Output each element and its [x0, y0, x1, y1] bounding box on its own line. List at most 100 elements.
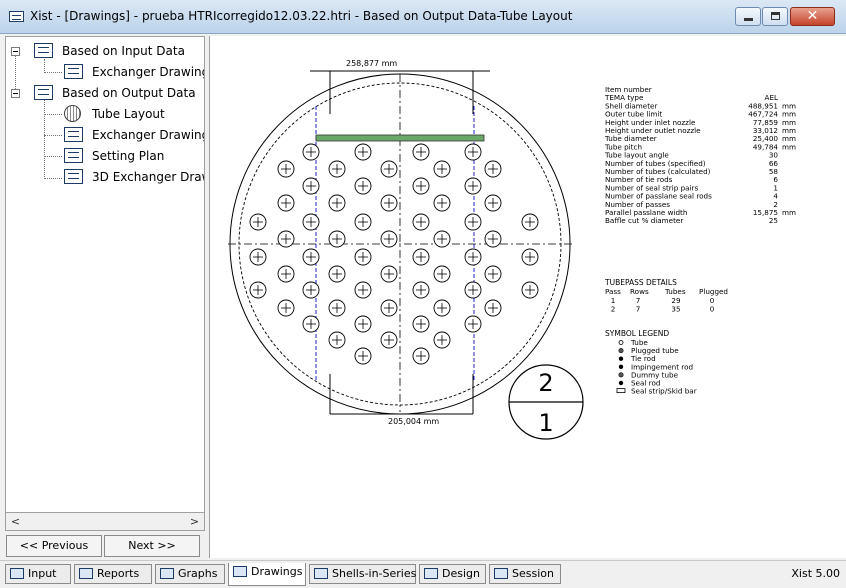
tube-layout-drawing: 258,877 mm 205,004 mm 2 1 Item numberTEM… — [228, 59, 796, 440]
design-icon — [424, 568, 438, 579]
tube — [464, 213, 482, 231]
tube — [521, 213, 539, 231]
tube — [328, 230, 346, 248]
tubepass-header: Tubes — [664, 287, 686, 296]
collapse-icon[interactable] — [11, 89, 20, 98]
app-icon — [9, 11, 24, 22]
bottom-dimension-label: 205,004 mm — [388, 417, 439, 426]
tree-item-label: Based on Output Data — [62, 86, 196, 100]
tube — [380, 265, 398, 283]
tie-rod-icon — [618, 356, 624, 361]
window-title: Xist - [Drawings] - prueba HTRIcorregido… — [30, 9, 573, 23]
title-bar: Xist - [Drawings] - prueba HTRIcorregido… — [0, 0, 846, 34]
tube — [277, 265, 295, 283]
specification-table: Item numberTEMA type AELShell diameter 488… — [604, 85, 796, 225]
tube — [302, 281, 320, 299]
impingement-plate — [315, 134, 485, 142]
tube — [328, 194, 346, 212]
tree-item-output-data[interactable]: Based on Output Data — [10, 84, 200, 102]
maximize-button[interactable] — [762, 7, 788, 26]
tab-label: Design — [442, 567, 480, 580]
scroll-right-icon[interactable]: > — [186, 513, 203, 530]
drawing-canvas: 258,877 mm 205,004 mm 2 1 Item number TEM… — [209, 36, 846, 558]
impingement-rod-icon — [618, 364, 624, 369]
minimize-icon — [744, 18, 753, 21]
tube — [249, 281, 267, 299]
tube — [464, 315, 482, 333]
tab-drawings[interactable]: Drawings — [228, 563, 306, 586]
seal-rod-icon — [618, 380, 624, 386]
tree-item-label: 3D Exchanger Drawi — [92, 170, 205, 184]
tube — [302, 248, 320, 266]
tube — [464, 177, 482, 195]
tube — [484, 194, 502, 212]
tree-item-output-exchanger-drawing[interactable]: Exchanger Drawing — [10, 126, 204, 144]
drawing-tree: Based on Input Data Exchanger Drawing Ba… — [5, 36, 205, 531]
next-button[interactable]: Next >> — [104, 535, 200, 557]
tube — [433, 265, 451, 283]
tab-label: Input — [28, 567, 57, 580]
tube — [277, 160, 295, 178]
plugged-tube-icon — [618, 348, 624, 354]
tube — [380, 160, 398, 178]
drawing-icon — [64, 169, 83, 184]
tube — [433, 194, 451, 212]
tree-item-input-data[interactable]: Based on Input Data — [10, 42, 200, 60]
tube — [354, 281, 372, 299]
spec-unit: mm — [782, 208, 796, 217]
tree-item-setting-plan[interactable]: Setting Plan — [10, 147, 200, 165]
graphs-icon — [160, 568, 174, 579]
previous-button[interactable]: << Previous — [6, 535, 102, 557]
tab-label: Shells-in-Series — [332, 567, 417, 580]
close-button[interactable]: ✕ — [790, 7, 835, 26]
spec-value: 25 — [769, 216, 778, 225]
tube — [412, 281, 430, 299]
tree-item-label: Tube Layout — [92, 107, 165, 121]
spec-row: Baffle cut % diameter 25 — [605, 216, 778, 225]
tree-item-label: Exchanger Drawing — [92, 65, 205, 79]
tube — [302, 143, 320, 161]
tubepass-cell: 2 — [611, 304, 616, 313]
collapse-icon[interactable] — [11, 47, 20, 56]
spec-label: Baffle cut % diameter — [605, 216, 683, 225]
tab-graphs[interactable]: Graphs — [155, 564, 225, 584]
tab-design[interactable]: Design — [419, 564, 486, 584]
tube — [412, 347, 430, 365]
tube — [302, 177, 320, 195]
tubepass-row: 1 7 29 0 — [611, 296, 715, 305]
session-icon — [494, 568, 508, 579]
tree-horizontal-scrollbar[interactable]: < > — [5, 512, 205, 531]
tube — [380, 331, 398, 349]
tube — [277, 299, 295, 317]
tubepass-header: Pass — [605, 287, 621, 296]
tubepass-cell: 0 — [710, 304, 715, 313]
tree-item-input-exchanger-drawing[interactable]: Exchanger Drawing — [10, 63, 204, 81]
tab-label: Drawings — [251, 565, 303, 578]
drawing-icon — [64, 64, 83, 79]
tube-field — [249, 143, 539, 365]
tab-reports[interactable]: Reports — [74, 564, 152, 584]
tube — [412, 315, 430, 333]
tree-item-tube-layout[interactable]: Tube Layout — [10, 105, 200, 123]
tab-label: Graphs — [178, 567, 218, 580]
tube — [464, 248, 482, 266]
tube — [328, 299, 346, 317]
tubepass-header: Plugged — [699, 287, 728, 296]
tree-item-3d-exchanger-drawing[interactable]: 3D Exchanger Drawi — [10, 168, 204, 186]
tab-session[interactable]: Session — [489, 564, 561, 584]
tube — [433, 299, 451, 317]
tube — [328, 331, 346, 349]
pass-number-top: 2 — [538, 369, 553, 397]
tube-layout-icon — [64, 105, 81, 122]
legend-item: Seal strip/Skid bar — [616, 387, 697, 396]
tubepass-cell: 35 — [671, 304, 680, 313]
tube — [328, 160, 346, 178]
tube — [484, 160, 502, 178]
minimize-button[interactable] — [735, 7, 761, 26]
scroll-left-icon[interactable]: < — [7, 513, 24, 530]
tree-item-label: Based on Input Data — [62, 44, 185, 58]
tab-input[interactable]: Input — [5, 564, 71, 584]
tab-shells-in-series[interactable]: Shells-in-Series — [309, 564, 416, 584]
tube — [302, 213, 320, 231]
tube — [521, 248, 539, 266]
